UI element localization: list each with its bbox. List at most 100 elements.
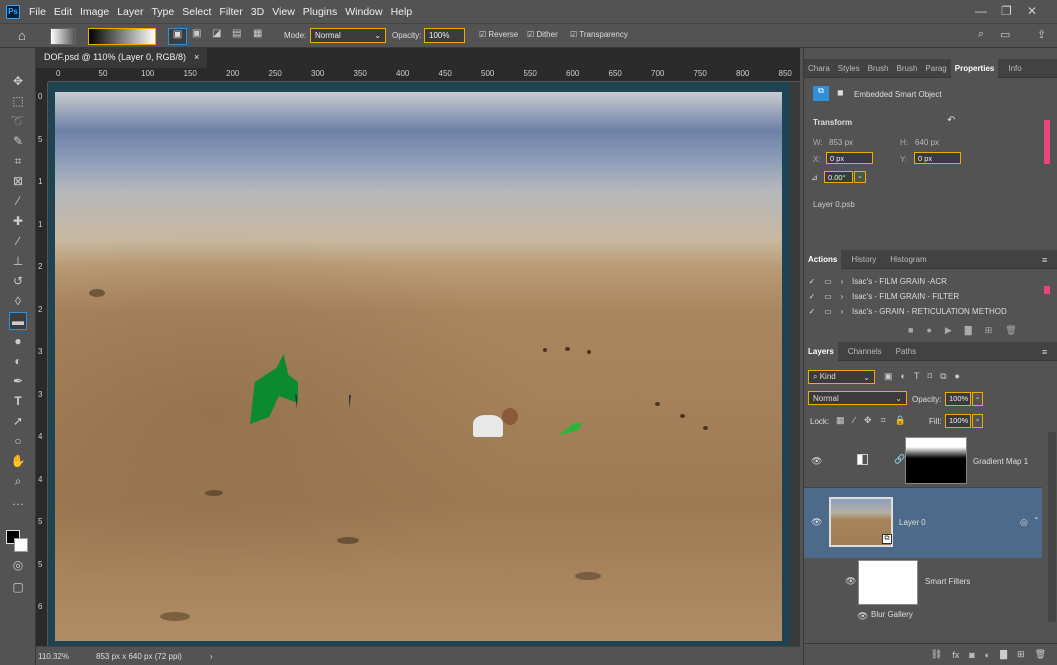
zoom-level[interactable]: 110.32% <box>38 652 96 661</box>
close-tab-icon[interactable]: × <box>194 52 199 64</box>
new-action-icon[interactable]: ⊞ <box>985 325 993 336</box>
layer-opacity-input[interactable]: 100% <box>945 392 971 406</box>
crop-tool-icon[interactable]: ⌗ <box>9 152 27 170</box>
blur-tool-icon[interactable]: ● <box>9 332 27 350</box>
move-tool-icon[interactable]: ✥ <box>9 72 27 90</box>
visibility-eye-icon[interactable]: 👁 <box>845 576 856 587</box>
menu-image[interactable]: Image <box>80 6 117 18</box>
eraser-tool-icon[interactable]: ◊ <box>9 292 27 310</box>
delete-icon[interactable]: 🗑 <box>1005 325 1016 336</box>
menu-3d[interactable]: 3D <box>251 6 272 18</box>
angle-dropdown-icon[interactable]: ⌄ <box>854 171 866 183</box>
frame-tool-icon[interactable]: ⊠ <box>9 172 27 190</box>
status-chevron-icon[interactable]: › <box>210 652 213 661</box>
search-icon[interactable]: ⌕ <box>978 28 984 45</box>
brush-tool-icon[interactable]: ∕ <box>9 232 27 250</box>
tab-styles[interactable]: Styles <box>834 59 864 78</box>
document-tab[interactable]: DOF.psd @ 110% (Layer 0, RGB/8) × <box>36 48 208 68</box>
menu-edit[interactable]: Edit <box>54 6 80 18</box>
type-filter-icon[interactable]: T <box>914 371 920 382</box>
linear-gradient-icon[interactable]: ▣ <box>168 28 187 45</box>
home-icon[interactable]: ⌂ <box>18 28 26 45</box>
filter-name[interactable]: Blur Gallery <box>871 610 913 619</box>
stamp-tool-icon[interactable]: ⊥ <box>9 252 27 270</box>
adjustment-icon[interactable]: ◐ <box>985 650 990 660</box>
actions-menu-icon[interactable]: ≡ <box>1042 255 1047 265</box>
fx-icon[interactable]: fx <box>952 650 959 660</box>
action-item[interactable]: ✓ ▭ › Isac's - FILM GRAIN - FILTER <box>804 289 1046 304</box>
quick-select-tool-icon[interactable]: ✎ <box>9 132 27 150</box>
record-icon[interactable]: ● <box>926 325 931 336</box>
radial-gradient-icon[interactable]: ▣ <box>192 28 201 45</box>
layer-row-layer-0[interactable]: 👁 ⧉ Layer 0 ◎ ⌃ <box>804 488 1042 558</box>
lock-position-icon[interactable]: ✥ <box>864 415 872 426</box>
tab-history[interactable]: History <box>847 250 880 269</box>
shape-filter-icon[interactable]: ⌑ <box>927 371 932 382</box>
link-icon[interactable]: 🔗 <box>894 454 905 465</box>
layer-name[interactable]: Layer 0 <box>899 518 926 527</box>
tab-layers[interactable]: Layers <box>804 341 838 361</box>
tab-info[interactable]: Info <box>1004 59 1025 78</box>
screen-mode-icon[interactable]: ▢ <box>9 578 27 596</box>
tab-brush[interactable]: Brush <box>864 59 893 78</box>
layers-menu-icon[interactable]: ≡ <box>1042 347 1047 357</box>
quick-mask-icon[interactable]: ◎ <box>9 556 27 574</box>
properties-scrollbar[interactable] <box>1044 120 1050 164</box>
layers-scrollbar[interactable] <box>1048 432 1056 622</box>
vertical-scrollbar[interactable] <box>790 82 800 646</box>
eyedropper-tool-icon[interactable]: ⁄ <box>9 192 27 210</box>
visibility-eye-icon[interactable]: 👁 <box>811 456 822 467</box>
share-icon[interactable]: ⇪ <box>1037 28 1046 45</box>
x-input[interactable]: 0 px <box>826 152 873 164</box>
gradient-picker[interactable] <box>88 28 156 45</box>
ruler-origin[interactable] <box>36 68 48 82</box>
restore-icon[interactable]: ❐ <box>1001 4 1012 18</box>
angle-gradient-icon[interactable]: ◪ <box>212 28 221 45</box>
new-set-icon[interactable]: ▇ <box>965 325 972 336</box>
hand-tool-icon[interactable]: ✋ <box>9 452 27 470</box>
diamond-gradient-icon[interactable]: ▦ <box>253 28 262 45</box>
y-input[interactable]: 0 px <box>914 152 961 164</box>
more-tools-icon[interactable]: … <box>9 492 27 510</box>
layer-name[interactable]: Gradient Map 1 <box>973 457 1028 466</box>
lock-artboard-icon[interactable]: ⌗ <box>881 415 886 426</box>
menu-help[interactable]: Help <box>391 6 421 18</box>
workspace-icon[interactable]: ▭ <box>1000 28 1010 45</box>
menu-select[interactable]: Select <box>182 6 219 18</box>
adjustment-filter-icon[interactable]: ◐ <box>901 371 906 382</box>
new-layer-icon[interactable]: ⊞ <box>1017 649 1025 660</box>
lasso-tool-icon[interactable]: ➰ <box>9 112 27 130</box>
history-brush-icon[interactable]: ↺ <box>9 272 27 290</box>
lock-paint-icon[interactable]: ∕ <box>854 415 856 426</box>
reverse-checkbox[interactable]: ☑ Reverse <box>479 30 518 47</box>
opacity-dropdown-icon[interactable]: ⌄ <box>972 392 983 406</box>
filter-kind-select[interactable]: ⌕ Kind ⌄ <box>808 370 875 384</box>
tab-paragraph[interactable]: Parag <box>921 59 950 78</box>
tool-preset-icon[interactable] <box>50 28 76 45</box>
close-window-icon[interactable]: ✕ <box>1027 4 1037 18</box>
tab-channels[interactable]: Channels <box>844 342 886 361</box>
lock-transparency-icon[interactable]: ▦ <box>836 415 845 426</box>
collapse-icon[interactable]: ⌃ <box>1033 516 1040 525</box>
mode-select[interactable]: Normal ⌄ <box>310 28 386 43</box>
healing-tool-icon[interactable]: ✚ <box>9 212 27 230</box>
actions-scrollbar[interactable] <box>1044 286 1050 294</box>
zoom-tool-icon[interactable]: ⌕ <box>9 472 27 490</box>
menu-window[interactable]: Window <box>345 6 390 18</box>
menu-filter[interactable]: Filter <box>219 6 250 18</box>
angle-input[interactable]: 0.00° <box>824 171 853 183</box>
minimize-icon[interactable]: — <box>975 4 987 18</box>
gradient-tool-icon[interactable]: ▬ <box>9 312 27 330</box>
group-icon[interactable]: ▇ <box>1000 649 1007 660</box>
type-tool-icon[interactable]: T <box>9 392 27 410</box>
ellipse-tool-icon[interactable]: ○ <box>9 432 27 450</box>
blend-mode-select[interactable]: Normal ⌄ <box>808 391 907 405</box>
stop-icon[interactable]: ■ <box>908 325 913 336</box>
image-filter-icon[interactable]: ▣ <box>884 371 893 382</box>
action-item[interactable]: ✓ ▭ › Isac's - FILM GRAIN -ACR <box>804 274 1046 289</box>
pen-tool-icon[interactable]: ✒ <box>9 372 27 390</box>
fill-input[interactable]: 100% <box>945 414 971 428</box>
smart-filter-icon[interactable]: ⧉ <box>940 371 946 382</box>
menu-file[interactable]: File <box>29 6 54 18</box>
background-color-swatch[interactable] <box>14 538 28 552</box>
